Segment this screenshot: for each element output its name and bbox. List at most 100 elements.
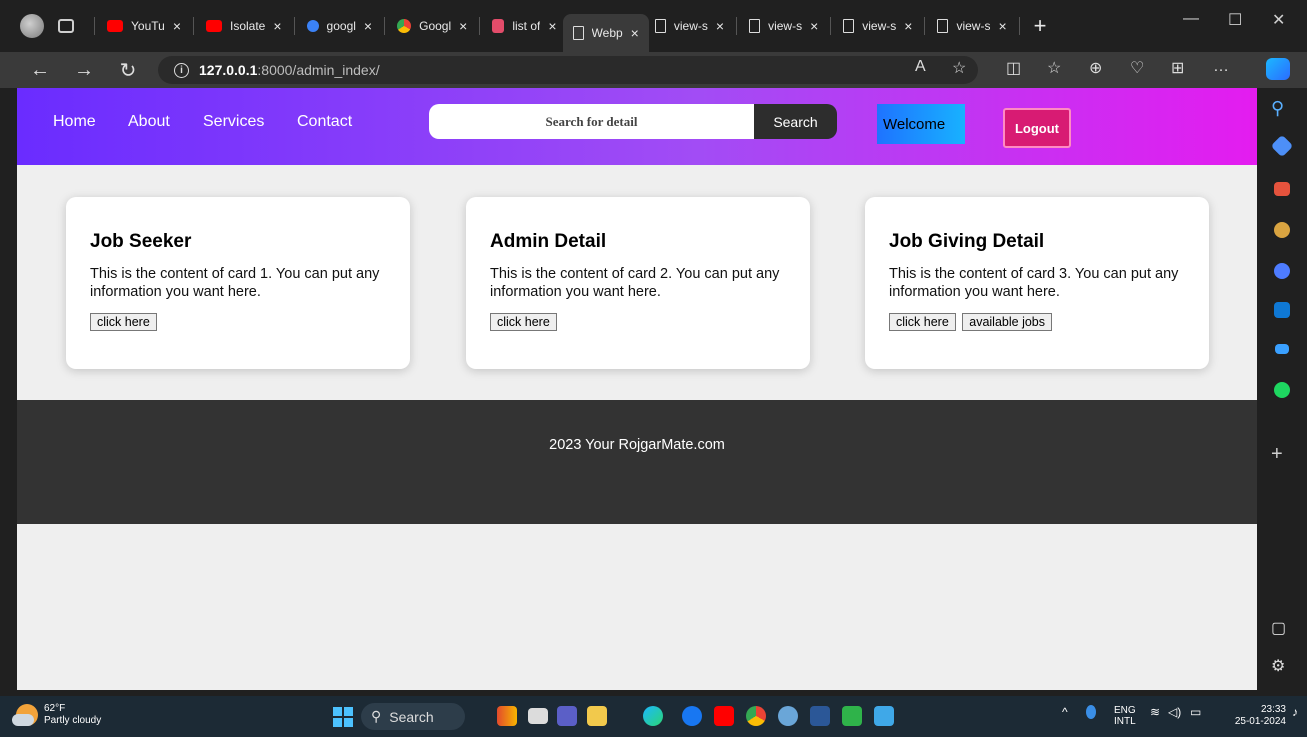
forward-icon[interactable]: →	[70, 59, 98, 82]
task-view-icon[interactable]	[528, 708, 548, 724]
close-tab-icon[interactable]: ×	[459, 18, 467, 34]
available-jobs-button[interactable]: available jobs	[962, 313, 1052, 331]
click-here-button[interactable]: click here	[490, 313, 557, 331]
new-tab-button[interactable]: +	[1034, 13, 1047, 39]
volume-icon[interactable]: ◁)	[1168, 705, 1181, 719]
page-viewport: Home About Services Contact Search Welco…	[17, 88, 1257, 690]
split-screen-icon[interactable]: ◫	[1006, 58, 1021, 78]
file-explorer-icon[interactable]	[587, 706, 607, 726]
document-icon	[654, 19, 666, 33]
youtube-icon	[206, 20, 222, 32]
shopping-tag-icon[interactable]	[1270, 134, 1294, 158]
word-icon[interactable]	[810, 706, 830, 726]
close-tab-icon[interactable]: ×	[904, 18, 912, 34]
favorites-icon[interactable]: ☆	[1047, 58, 1061, 78]
spotify-icon[interactable]	[1274, 382, 1290, 398]
close-tab-icon[interactable]: ×	[273, 18, 281, 34]
close-tab-icon[interactable]: ×	[548, 18, 556, 34]
close-tab-icon[interactable]: ×	[810, 18, 818, 34]
search-icon[interactable]: ⚲	[1271, 98, 1293, 120]
notepad-icon[interactable]	[874, 706, 894, 726]
chrome-icon[interactable]	[746, 706, 766, 726]
games-icon[interactable]	[1274, 222, 1290, 238]
tools-icon[interactable]	[1274, 182, 1290, 196]
info-icon[interactable]: i	[174, 62, 189, 78]
minimize-icon[interactable]: —	[1183, 10, 1199, 28]
browser-tab[interactable]: view-s ×	[837, 9, 918, 43]
browser-tab[interactable]: view-s ×	[931, 9, 1012, 43]
site-footer: 2023 Your RojgarMate.com	[17, 400, 1257, 524]
copilot-sidebar-icon[interactable]	[1274, 263, 1290, 279]
browser-essentials-icon[interactable]: ♡	[1130, 58, 1144, 78]
bluetooth-icon[interactable]	[1086, 705, 1096, 719]
weather-widget[interactable]: 62°F Partly cloudy	[12, 703, 101, 727]
close-window-icon[interactable]: ✕	[1272, 10, 1285, 30]
browser-tab[interactable]: view-s ×	[649, 9, 730, 43]
show-hidden-icons[interactable]: ^	[1062, 705, 1068, 719]
card-title: Admin Detail	[490, 231, 607, 252]
profile-avatar[interactable]	[20, 14, 44, 38]
search-input[interactable]	[429, 104, 754, 139]
close-tab-icon[interactable]: ×	[998, 18, 1006, 34]
close-tab-icon[interactable]: ×	[173, 18, 181, 34]
document-icon	[937, 19, 949, 33]
close-tab-icon[interactable]: ×	[631, 25, 639, 41]
nav-about-link[interactable]: About	[128, 113, 170, 131]
windows-start-icon[interactable]	[333, 707, 353, 727]
youtube-icon[interactable]	[714, 706, 734, 726]
add-sidebar-icon[interactable]: +	[1271, 443, 1293, 465]
nav-home-link[interactable]: Home	[53, 113, 96, 131]
battery-icon[interactable]: ▭	[1190, 705, 1201, 719]
teams-icon[interactable]	[557, 706, 577, 726]
card-title: Job Seeker	[90, 231, 192, 252]
logout-button[interactable]: Logout	[1003, 108, 1071, 148]
settings-gear-icon[interactable]: ⚙	[1271, 656, 1293, 678]
settings-icon[interactable]	[778, 706, 798, 726]
facebook-icon[interactable]	[682, 706, 702, 726]
address-input[interactable]: i 127.0.0.1 :8000/admin_index/	[158, 56, 978, 84]
close-tab-icon[interactable]: ×	[364, 18, 372, 34]
pycharm-icon[interactable]	[842, 706, 862, 726]
hide-sidebar-icon[interactable]: ▢	[1271, 618, 1293, 640]
click-here-button[interactable]: click here	[889, 313, 956, 331]
click-here-button[interactable]: click here	[90, 313, 157, 331]
taskbar-search[interactable]: ⚲ Search	[361, 703, 465, 730]
collections-icon[interactable]: ⊕	[1089, 58, 1102, 78]
more-menu-icon[interactable]: …	[1213, 58, 1229, 76]
outlook-icon[interactable]	[1274, 302, 1290, 318]
browser-tab[interactable]: googl ×	[301, 9, 379, 43]
browser-tab-active[interactable]: Webp ×	[562, 14, 649, 52]
refresh-icon[interactable]: ↻	[114, 58, 142, 83]
tab-label: Webp	[591, 26, 623, 40]
wifi-icon[interactable]: ≋	[1150, 705, 1160, 719]
nav-services-link[interactable]: Services	[203, 113, 264, 131]
copilot-icon[interactable]	[1266, 58, 1290, 80]
nav-contact-link[interactable]: Contact	[297, 113, 352, 131]
browser-tab[interactable]: view-s ×	[743, 9, 824, 43]
tab-label: view-s	[862, 19, 897, 33]
widgets-app-icon[interactable]	[497, 706, 517, 726]
maximize-icon[interactable]: ☐	[1228, 10, 1242, 30]
search-button[interactable]: Search	[754, 104, 837, 139]
system-clock[interactable]: 23:33 25-01-2024	[1230, 704, 1286, 728]
tab-separator	[479, 17, 481, 35]
tab-separator	[924, 17, 926, 35]
browser-tab[interactable]: YouTu ×	[101, 9, 187, 43]
tab-separator	[830, 17, 832, 35]
tab-label: view-s	[956, 19, 991, 33]
read-aloud-icon[interactable]: A	[915, 58, 926, 76]
telegram-icon[interactable]	[1275, 344, 1289, 354]
language-indicator[interactable]: ENG INTL	[1114, 705, 1136, 727]
close-tab-icon[interactable]: ×	[716, 18, 724, 34]
extensions-icon[interactable]: ⊞	[1171, 58, 1184, 78]
card-text: This is the content of card 2. You can p…	[490, 266, 780, 300]
workspaces-icon[interactable]	[58, 19, 74, 33]
browser-tab[interactable]: list of ×	[486, 9, 562, 43]
back-icon[interactable]: ←	[26, 59, 54, 82]
tab-label: YouTu	[131, 19, 165, 33]
browser-tab[interactable]: Googl ×	[391, 9, 473, 43]
notification-bell-icon[interactable]: ♪	[1292, 705, 1298, 719]
favorite-star-icon[interactable]: ☆	[952, 58, 966, 78]
browser-tab[interactable]: Isolate ×	[200, 9, 288, 43]
edge-icon[interactable]	[643, 706, 663, 726]
